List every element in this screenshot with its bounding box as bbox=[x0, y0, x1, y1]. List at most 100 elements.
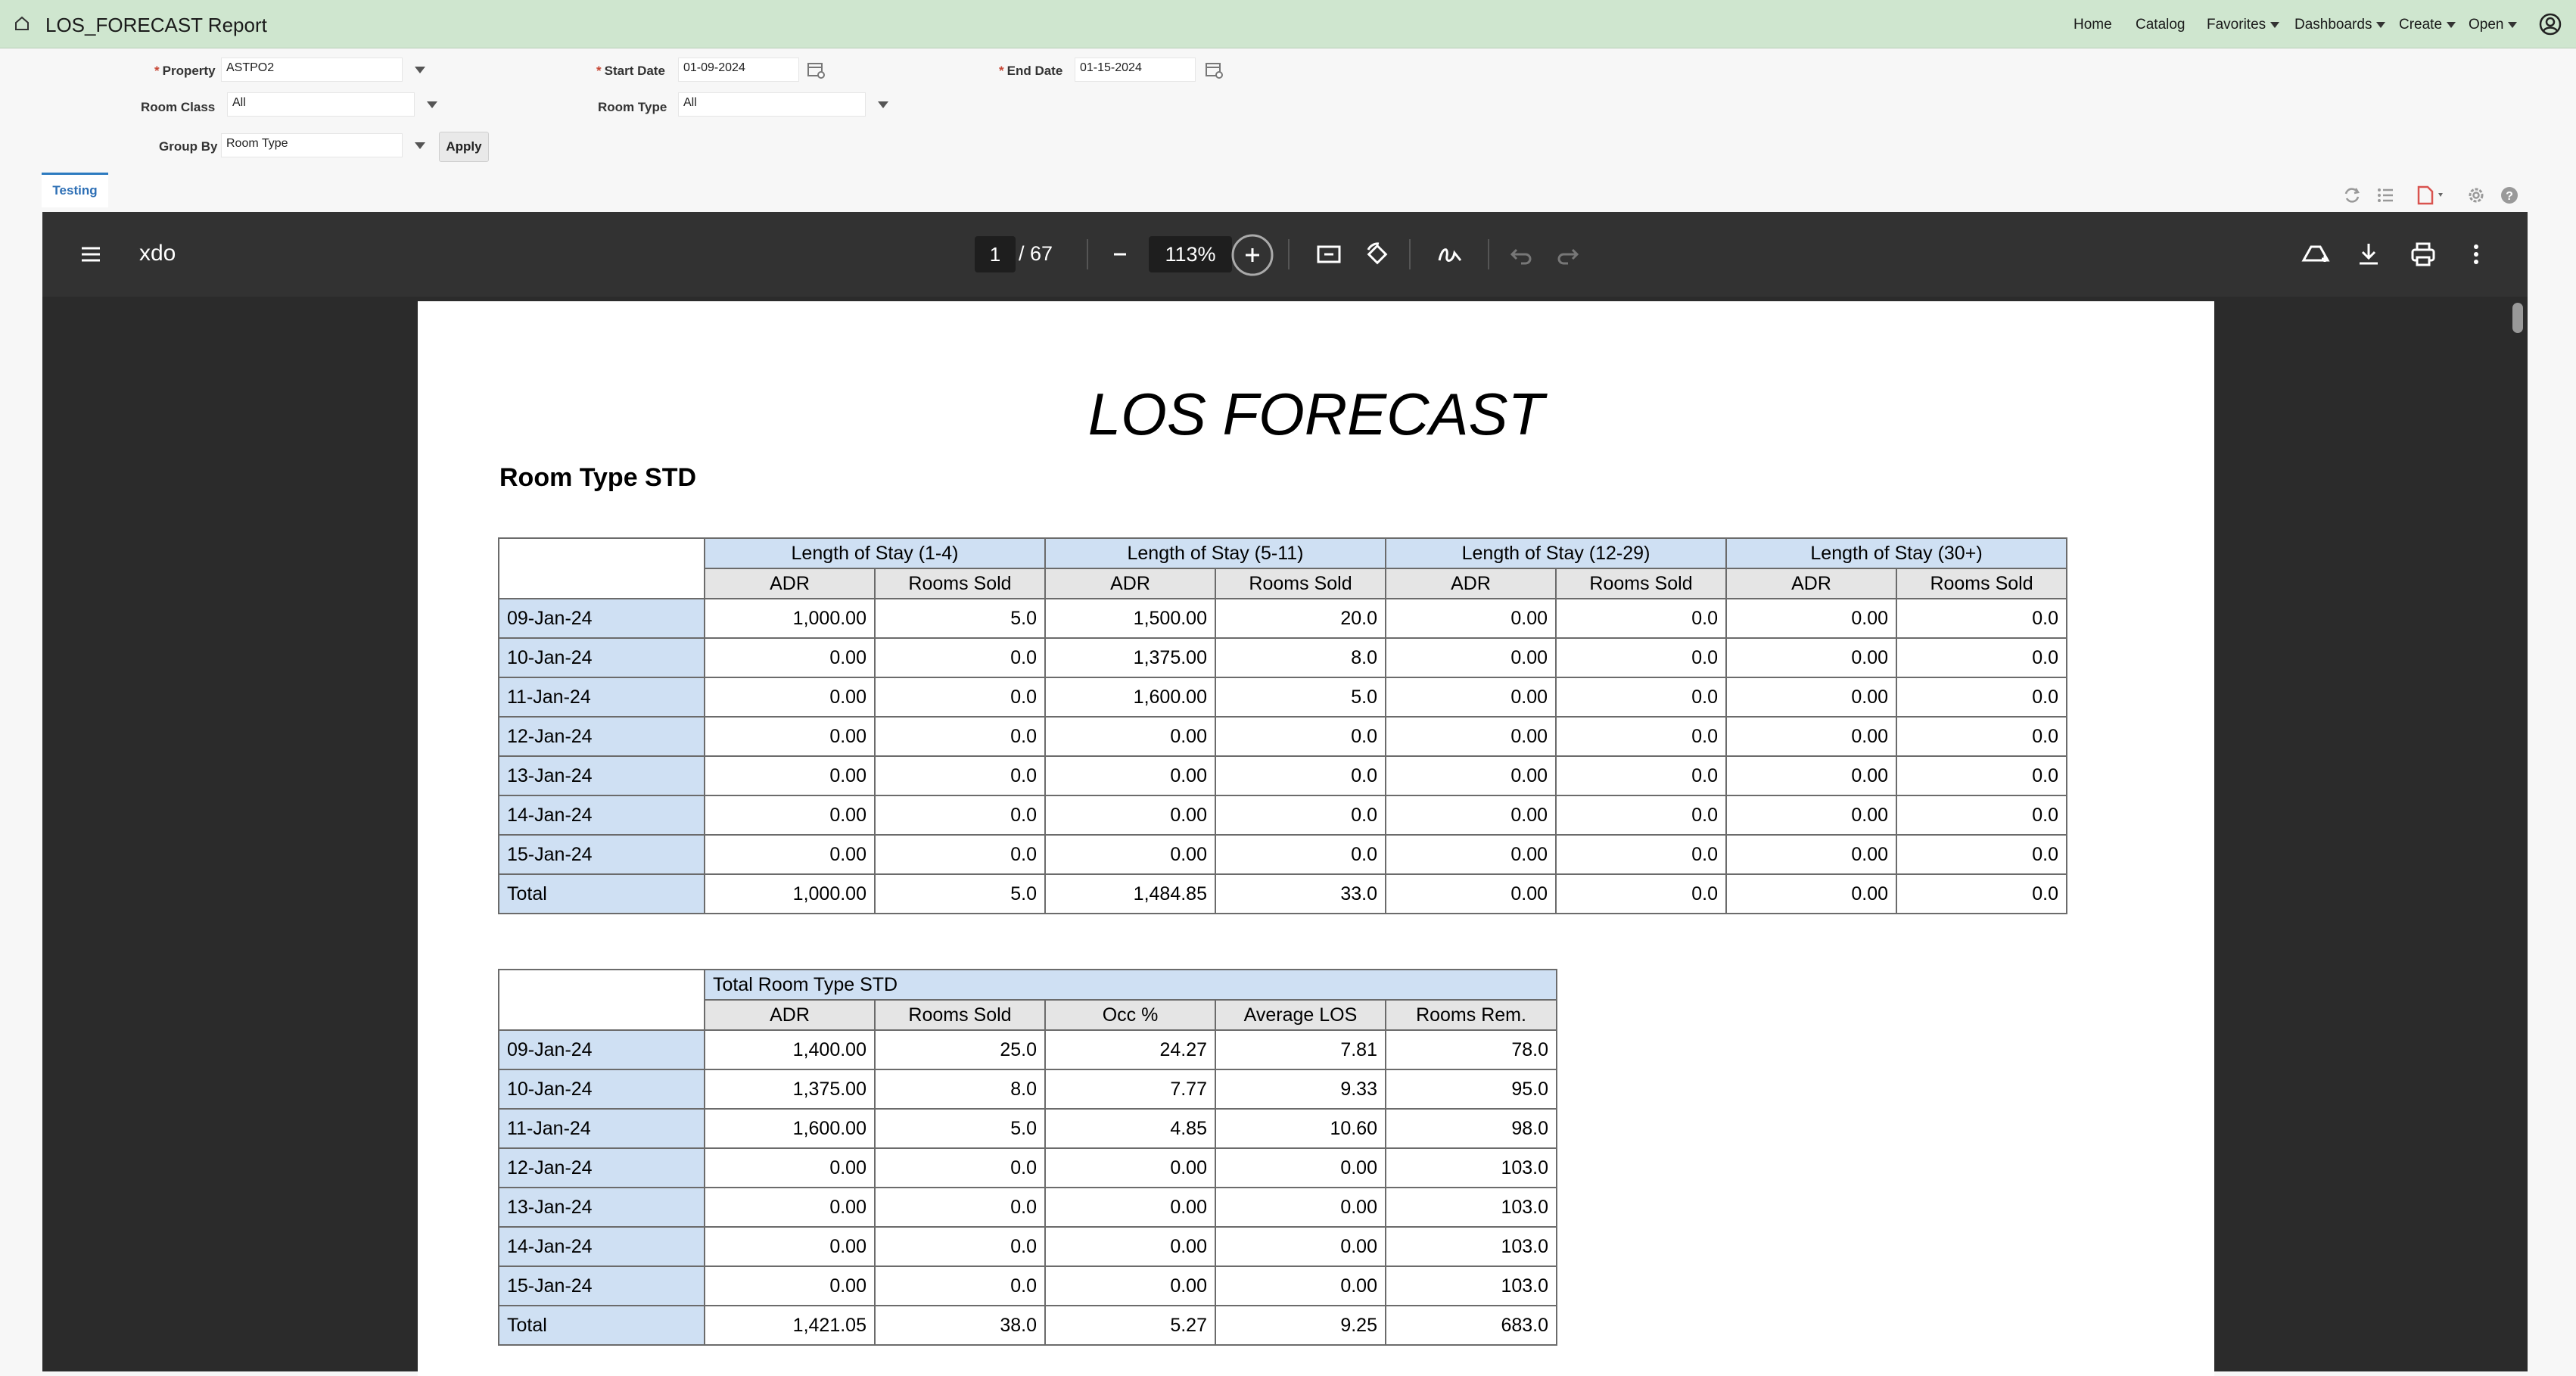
table-corner bbox=[498, 537, 705, 599]
property-label: * Property bbox=[154, 64, 216, 79]
toolbar-divider bbox=[1087, 239, 1088, 269]
column-header: Average LOS bbox=[1215, 999, 1386, 1031]
room-class-dropdown-icon[interactable] bbox=[427, 101, 437, 108]
table-cell: 1,600.00 bbox=[1044, 677, 1216, 718]
table-cell: 4.85 bbox=[1044, 1108, 1216, 1149]
chevron-down-icon bbox=[2376, 21, 2386, 28]
section-title: Room Type STD bbox=[499, 463, 697, 492]
column-header: Rooms Sold bbox=[1555, 568, 1728, 599]
table-cell: 98.0 bbox=[1385, 1108, 1557, 1149]
table-row: 09-Jan-24 1,400.00 25.0 24.27 7.81 78.0 bbox=[498, 1029, 1557, 1070]
table-cell: 0.0 bbox=[1214, 755, 1387, 796]
table-cell: 5.0 bbox=[874, 1108, 1046, 1149]
required-mark: * bbox=[596, 64, 602, 78]
nav-create[interactable]: Create bbox=[2399, 17, 2456, 33]
table-cell: 103.0 bbox=[1385, 1226, 1557, 1267]
property-field[interactable]: ASTPO2 bbox=[221, 58, 403, 82]
column-header: ADR bbox=[704, 999, 876, 1031]
nav-home[interactable]: Home bbox=[2074, 17, 2112, 33]
end-date-label: * End Date bbox=[999, 64, 1062, 79]
table-corner bbox=[498, 969, 705, 1031]
table-cell: 0.00 bbox=[1385, 716, 1557, 757]
table-cell: 103.0 bbox=[1385, 1187, 1557, 1228]
room-class-label: Room Class bbox=[141, 100, 216, 114]
table-row: Total 1,421.05 38.0 5.27 9.25 683.0 bbox=[498, 1305, 1557, 1346]
column-header: Rooms Sold bbox=[874, 999, 1046, 1031]
table-cell: 0.0 bbox=[874, 1147, 1046, 1188]
table-cell: 0.00 bbox=[1044, 795, 1216, 836]
zoom-out-icon[interactable] bbox=[1105, 239, 1135, 269]
calendar-icon[interactable] bbox=[1203, 59, 1224, 80]
table-cell: 7.81 bbox=[1215, 1029, 1386, 1070]
table-cell: 0.0 bbox=[1896, 834, 2068, 875]
los-group-header: Length of Stay (5-11) bbox=[1044, 537, 1387, 569]
los-group-header: Length of Stay (1-4) bbox=[704, 537, 1046, 569]
group-by-label: Group By bbox=[159, 139, 218, 154]
table-cell: 0.00 bbox=[704, 1265, 876, 1306]
print-icon[interactable] bbox=[2408, 239, 2438, 269]
group-by-dropdown-icon[interactable] bbox=[415, 142, 425, 149]
table-cell: 0.00 bbox=[1725, 873, 1898, 914]
user-avatar-icon[interactable] bbox=[2538, 12, 2562, 36]
room-type-field[interactable]: All bbox=[678, 92, 866, 117]
annotate-icon[interactable] bbox=[1435, 239, 1465, 269]
redo-icon[interactable] bbox=[1553, 239, 1583, 269]
nav-dashboards[interactable]: Dashboards bbox=[2294, 17, 2386, 33]
pdf-export-icon[interactable] bbox=[2416, 185, 2449, 206]
property-dropdown-icon[interactable] bbox=[415, 67, 425, 73]
column-header: ADR bbox=[1044, 568, 1216, 599]
group-by-field[interactable]: Room Type bbox=[221, 133, 403, 157]
zoom-level[interactable]: 113% bbox=[1149, 236, 1232, 272]
help-icon[interactable]: ? bbox=[2499, 185, 2520, 206]
nav-create-label: Create bbox=[2399, 17, 2443, 33]
room-class-field[interactable]: All bbox=[227, 92, 415, 117]
apply-button[interactable]: Apply bbox=[439, 132, 489, 162]
scrollbar-thumb[interactable] bbox=[2512, 303, 2523, 333]
document-name: xdo bbox=[139, 241, 176, 266]
undo-icon[interactable] bbox=[1506, 239, 1536, 269]
menu-icon[interactable] bbox=[76, 239, 106, 269]
refresh-icon[interactable] bbox=[2341, 185, 2363, 206]
table-cell: 0.0 bbox=[1214, 834, 1387, 875]
page-number-input[interactable]: 1 bbox=[975, 236, 1016, 272]
row-date-cell: 14-Jan-24 bbox=[498, 1226, 705, 1267]
start-date-label: * Start Date bbox=[596, 64, 665, 79]
start-date-field[interactable]: 01-09-2024 bbox=[678, 58, 799, 82]
nav-favorites[interactable]: Favorites bbox=[2207, 17, 2280, 33]
list-icon[interactable] bbox=[2375, 185, 2396, 206]
table-cell: 0.00 bbox=[1044, 716, 1216, 757]
table-cell: 0.00 bbox=[1725, 755, 1898, 796]
column-header: ADR bbox=[704, 568, 876, 599]
table-cell: 0.00 bbox=[1215, 1226, 1386, 1267]
scrollbar[interactable] bbox=[2509, 297, 2526, 1371]
property-label-text: Property bbox=[162, 64, 216, 78]
tab-testing[interactable]: Testing bbox=[42, 173, 108, 207]
column-header: ADR bbox=[1725, 568, 1898, 599]
room-type-dropdown-icon[interactable] bbox=[878, 101, 888, 108]
table-cell: 0.0 bbox=[1555, 598, 1728, 639]
home-icon[interactable] bbox=[14, 15, 30, 32]
table-row: 10-Jan-24 0.00 0.0 1,375.00 8.0 0.00 0.0 0.00 0.… bbox=[498, 637, 2068, 678]
nav-dashboards-label: Dashboards bbox=[2294, 17, 2372, 33]
rotate-icon[interactable] bbox=[1362, 239, 1392, 269]
table-cell: 683.0 bbox=[1385, 1305, 1557, 1346]
end-date-field[interactable]: 01-15-2024 bbox=[1075, 58, 1196, 82]
table-cell: 5.0 bbox=[874, 598, 1046, 639]
fit-page-icon[interactable] bbox=[1314, 239, 1344, 269]
table-cell: 0.00 bbox=[1215, 1147, 1386, 1188]
nav-open[interactable]: Open bbox=[2469, 17, 2518, 33]
calendar-icon[interactable] bbox=[805, 59, 826, 80]
more-options-icon[interactable] bbox=[2461, 239, 2491, 269]
save-to-drive-icon[interactable] bbox=[2301, 239, 2331, 269]
table-cell: 0.00 bbox=[1385, 795, 1557, 836]
table-cell: 0.00 bbox=[1044, 755, 1216, 796]
table-cell: 1,375.00 bbox=[1044, 637, 1216, 678]
row-date-cell: 10-Jan-24 bbox=[498, 637, 705, 678]
zoom-in-icon[interactable] bbox=[1230, 233, 1274, 277]
download-icon[interactable] bbox=[2354, 239, 2384, 269]
app-title: LOS_FORECAST Report bbox=[45, 14, 267, 36]
pdf-viewer: xdo 1 / 67 113% LOS FORECAST Room Type S… bbox=[42, 212, 2528, 1376]
gear-icon[interactable] bbox=[2466, 185, 2487, 206]
table-cell: 0.00 bbox=[1725, 716, 1898, 757]
nav-catalog[interactable]: Catalog bbox=[2136, 17, 2186, 33]
